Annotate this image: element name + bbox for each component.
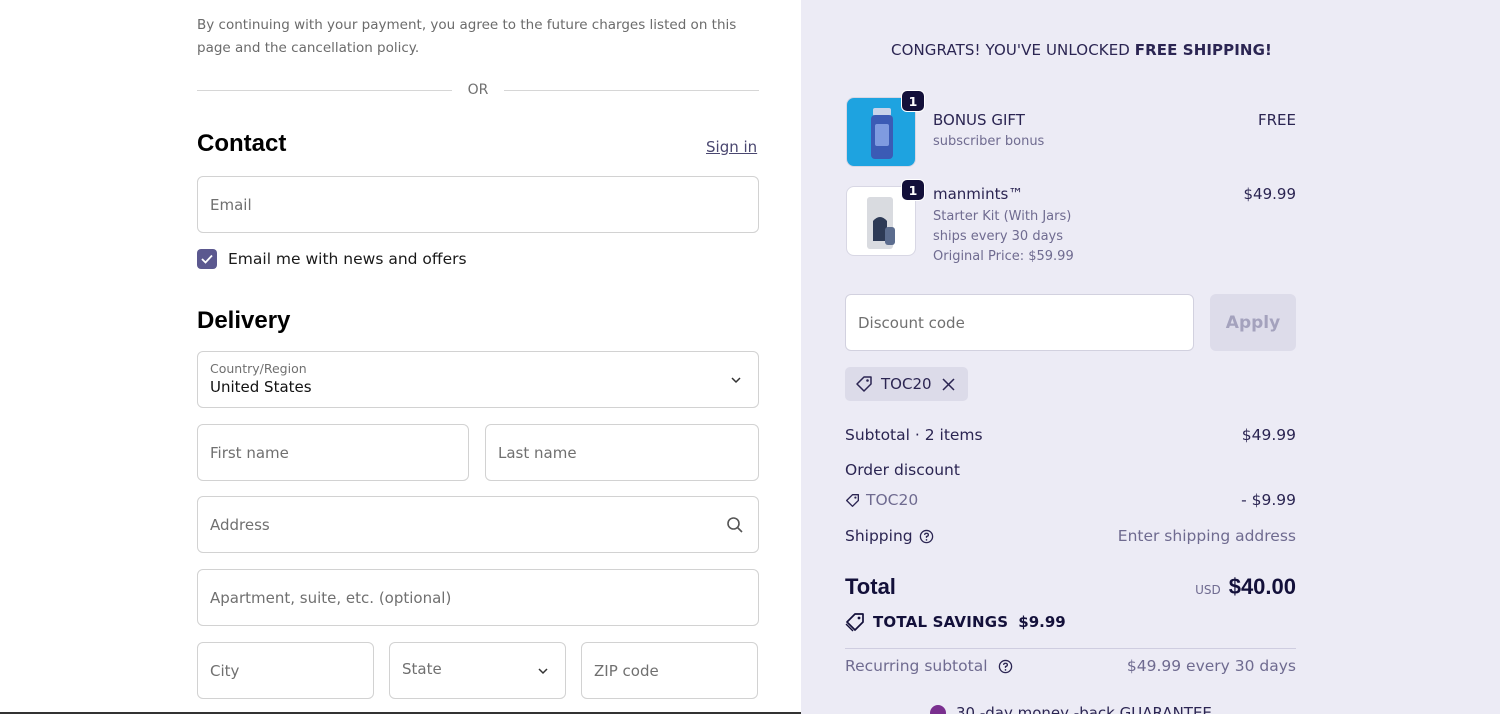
help-icon[interactable] xyxy=(998,659,1013,674)
total-row: Total USD $40.00 xyxy=(845,574,1296,600)
or-label: OR xyxy=(467,82,489,98)
help-icon[interactable] xyxy=(919,529,934,544)
guarantee-text: 30 -day money -back GUARANTEE xyxy=(956,704,1212,714)
country-label: Country/Region xyxy=(210,361,307,376)
zip-placeholder: ZIP code xyxy=(594,661,659,680)
line-item: 1 BONUS GIFT subscriber bonus FREE xyxy=(846,90,1296,167)
order-discount-label: Order discount xyxy=(845,461,960,479)
email-placeholder: Email xyxy=(210,195,252,214)
summary-divider xyxy=(845,648,1296,649)
recurring-subtotal-row: Recurring subtotal $49.99 every 30 days xyxy=(845,657,1296,675)
order-discount-row: Order discount xyxy=(845,461,1296,479)
discount-value: - $9.99 xyxy=(1241,491,1296,509)
total-savings: TOTAL SAVINGS $9.99 xyxy=(845,612,1066,632)
remove-discount-icon[interactable] xyxy=(942,377,955,391)
savings-value: $9.99 xyxy=(1018,613,1066,631)
savings-label: TOTAL SAVINGS xyxy=(873,613,1009,631)
first-name-placeholder: First name xyxy=(210,443,289,462)
discount-code-row: TOC20 - $9.99 xyxy=(845,491,1296,509)
apply-button[interactable]: Apply xyxy=(1210,294,1296,351)
discount-code-label: TOC20 xyxy=(845,491,918,509)
item-price: $49.99 xyxy=(1243,185,1297,203)
shipping-row: Shipping Enter shipping address xyxy=(845,527,1296,545)
currency-code: USD xyxy=(1195,583,1221,597)
subtotal-row: Subtotal · 2 items $49.99 xyxy=(845,426,1296,444)
newsletter-checkbox[interactable] xyxy=(197,249,217,269)
sign-in-link[interactable]: Sign in xyxy=(706,138,757,156)
checkmark-icon xyxy=(201,254,213,264)
state-placeholder: State xyxy=(402,660,442,678)
shipping-value: Enter shipping address xyxy=(1117,527,1296,545)
contact-heading: Contact xyxy=(197,130,287,157)
product-thumbnail: 1 xyxy=(846,90,925,167)
subtotal-value: $49.99 xyxy=(1241,426,1296,444)
shipping-label: Shipping xyxy=(845,527,913,545)
applied-discount-tag: TOC20 xyxy=(845,367,968,401)
city-field[interactable]: City xyxy=(197,642,374,699)
zip-field[interactable]: ZIP code xyxy=(581,642,758,699)
state-select[interactable]: State xyxy=(389,642,566,699)
search-icon[interactable] xyxy=(726,516,744,534)
guarantee-icon xyxy=(930,705,946,714)
separator-line xyxy=(197,89,452,91)
agreement-text: By continuing with your payment, you agr… xyxy=(197,17,737,56)
quantity-badge: 1 xyxy=(901,179,925,201)
recurring-label: Recurring subtotal xyxy=(845,657,988,675)
subtotal-label: Subtotal · 2 items xyxy=(845,426,983,444)
last-name-placeholder: Last name xyxy=(498,443,577,462)
item-price: FREE xyxy=(1257,111,1296,129)
total-amount-group: USD $40.00 xyxy=(1195,574,1296,600)
item-frequency: ships every 30 days xyxy=(933,229,1063,244)
newsletter-option[interactable]: Email me with news and offers xyxy=(197,249,467,269)
total-value: $40.00 xyxy=(1228,574,1296,599)
chevron-down-icon xyxy=(538,667,548,674)
congrats-text: CONGRATS! YOU'VE UNLOCKED xyxy=(891,41,1135,59)
applied-code: TOC20 xyxy=(881,375,932,393)
last-name-field[interactable]: Last name xyxy=(485,424,759,481)
quantity-badge: 1 xyxy=(901,90,925,112)
shipping-label-group: Shipping xyxy=(845,527,934,545)
delivery-heading: Delivery xyxy=(197,307,291,334)
chevron-down-icon xyxy=(731,376,741,383)
item-variant: Starter Kit (With Jars) xyxy=(933,209,1072,224)
city-placeholder: City xyxy=(210,661,240,680)
tag-icon xyxy=(856,376,872,392)
country-value: United States xyxy=(210,378,312,396)
free-shipping-text: FREE SHIPPING! xyxy=(1134,41,1272,59)
or-separator: OR xyxy=(197,80,759,100)
item-original-price: Original Price: $59.99 xyxy=(933,249,1074,264)
guarantee-badge: 30 -day money -back GUARANTEE xyxy=(930,704,1212,714)
address-placeholder: Address xyxy=(210,515,270,534)
address-field[interactable]: Address xyxy=(197,496,759,553)
apartment-field[interactable]: Apartment, suite, etc. (optional) xyxy=(197,569,759,626)
discount-placeholder: Discount code xyxy=(858,313,965,332)
free-shipping-banner: CONGRATS! YOU'VE UNLOCKED FREE SHIPPING! xyxy=(891,41,1272,59)
discount-code-input[interactable]: Discount code xyxy=(845,294,1194,351)
recurring-value: $49.99 every 30 days xyxy=(1126,657,1296,675)
country-select[interactable]: Country/Region United States xyxy=(197,351,759,408)
line-item: 1 manmints™ Starter Kit (With Jars) ship… xyxy=(846,179,1297,266)
newsletter-label: Email me with news and offers xyxy=(228,250,467,268)
separator-line xyxy=(504,89,759,91)
savings-tag-icon xyxy=(845,613,864,632)
item-detail: subscriber bonus xyxy=(933,134,1045,149)
recurring-label-group: Recurring subtotal xyxy=(845,657,1013,675)
item-name: BONUS GIFT xyxy=(933,111,1025,129)
first-name-field[interactable]: First name xyxy=(197,424,469,481)
product-thumbnail: 1 xyxy=(846,179,925,256)
email-field[interactable]: Email xyxy=(197,176,759,233)
apartment-placeholder: Apartment, suite, etc. (optional) xyxy=(210,588,452,607)
item-name: manmints™ xyxy=(933,185,1024,203)
total-label: Total xyxy=(845,574,896,599)
discount-code-text: TOC20 xyxy=(866,491,919,509)
tag-icon xyxy=(846,493,859,507)
